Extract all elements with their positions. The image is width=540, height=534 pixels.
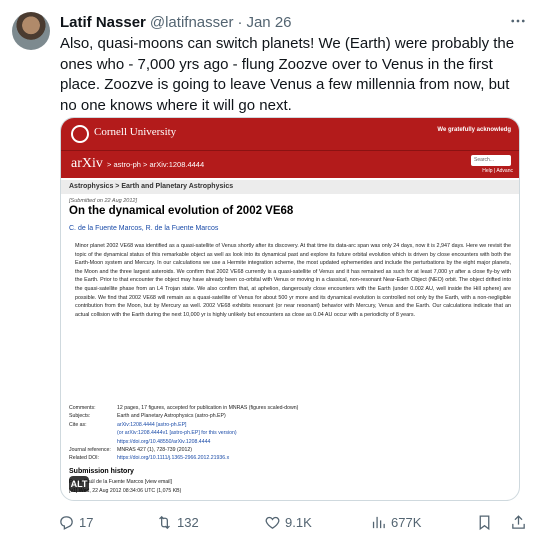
metadata-row: https://doi.org/10.48550/arXiv.1208.4444 (69, 438, 509, 446)
ack-text: We gratefully acknowledg (437, 127, 511, 133)
reply-icon (60, 516, 73, 530)
metadata-row: (or arXiv:1208.4444v1 [astro-ph.EP] for … (69, 429, 509, 437)
metadata-key: Comments: (69, 405, 96, 411)
bookmark-icon (479, 515, 490, 531)
metadata-value: MNRAS 427 (1), 728-739 (2012) (117, 447, 192, 454)
avatar[interactable] (12, 12, 50, 50)
metadata-row: Comments: 12 pages, 17 figures, accepted … (69, 404, 509, 412)
cornell-seal-icon (71, 125, 89, 143)
cornell-name: Cornell University (94, 126, 177, 138)
repost-icon (159, 515, 170, 530)
metadata-key (69, 429, 117, 437)
tweet: Latif Nasser @latifnasser · Jan 26 Also,… (0, 0, 540, 534)
metadata-value: (or arXiv:1208.4444v1 [astro-ph.EP] for … (117, 430, 237, 437)
submitted-date: [Submitted on 22 Aug 2012] (69, 198, 137, 204)
metadata-row: Related DOI: https://doi.org/10.1111/j.13… (69, 454, 509, 462)
separator: · (237, 13, 243, 31)
tweet-text: Also, quasi-moons can switch planets! We… (60, 35, 515, 114)
heart-icon (265, 516, 280, 529)
arxiv-logo: arXiv (71, 156, 103, 171)
arxiv-search: Search... (471, 155, 511, 166)
author-handle[interactable]: @latifnasser (150, 14, 234, 31)
submission-history-title: Submission history (69, 468, 134, 475)
repost-count: 132 (177, 515, 199, 530)
metadata-key (69, 438, 117, 446)
repost-button[interactable]: 132 (156, 514, 199, 531)
arxiv-breadcrumb: > astro-ph > arXiv:1208.4444 (107, 160, 205, 169)
paper-authors: C. de la Fuente Marcos, R. de la Fuente … (69, 225, 219, 232)
share-icon (512, 515, 525, 529)
tweet-header: Latif Nasser @latifnasser · Jan 26 (60, 12, 292, 32)
metadata-value: 12 pages, 17 figures, accepted for publi… (117, 405, 299, 411)
paper-title: On the dynamical evolution of 2002 VE68 (69, 205, 294, 217)
metadata-key: Related DOI: (69, 455, 99, 462)
subject-bar: Astrophysics > Earth and Planetary Astro… (61, 180, 519, 194)
paper-abstract: Minor planet 2002 VE68 was identified as… (75, 243, 511, 318)
alt-badge[interactable]: ALT (69, 476, 89, 492)
metadata-value: Earth and Planetary Astrophysics (astro-… (117, 413, 226, 420)
tweet-date[interactable]: Jan 26 (246, 14, 291, 31)
metadata-value: arXiv:1208.4444 [astro-ph.EP] (117, 421, 187, 428)
metadata-key: Cite as: (69, 421, 87, 428)
views-button[interactable]: 677K (370, 514, 421, 531)
tweet-media-image[interactable]: Cornell University We gratefully acknowl… (60, 117, 520, 501)
like-button[interactable]: 9.1K (264, 514, 312, 531)
reply-count: 17 (79, 515, 94, 530)
bookmark-button[interactable] (476, 514, 497, 531)
author-name[interactable]: Latif Nasser (60, 14, 146, 31)
metadata-value: https://doi.org/10.48550/arXiv.1208.4444 (117, 438, 211, 445)
arxiv-header: arXiv > astro-ph > arXiv:1208.4444 Searc… (61, 150, 519, 178)
metadata-row: Journal reference: MNRAS 427 (1), 728-739… (69, 446, 509, 454)
cornell-header: Cornell University We gratefully acknowl… (61, 118, 519, 150)
more-icon[interactable] (508, 12, 528, 32)
metadata-row: Subjects: Earth and Planetary Astrophysic… (69, 412, 509, 420)
action-bar: 17 132 9.1K 677K (58, 514, 528, 534)
metadata-key: Journal reference: (69, 447, 111, 454)
metadata-key: Subjects: (69, 413, 91, 420)
like-count: 9.1K (285, 515, 312, 530)
views-count: 677K (391, 515, 422, 530)
reply-button[interactable]: 17 (58, 514, 93, 531)
metadata-row: Cite as: arXiv:1208.4444 [astro-ph.EP] (69, 421, 509, 429)
metadata-value: https://doi.org/10.1111/j.1365-2966.2012… (117, 455, 230, 462)
arxiv-help: Help | Advanc (482, 168, 513, 174)
paper-metadata: Comments: 12 pages, 17 figures, accepted … (69, 404, 509, 463)
share-button[interactable] (510, 514, 531, 531)
views-icon (372, 516, 385, 529)
